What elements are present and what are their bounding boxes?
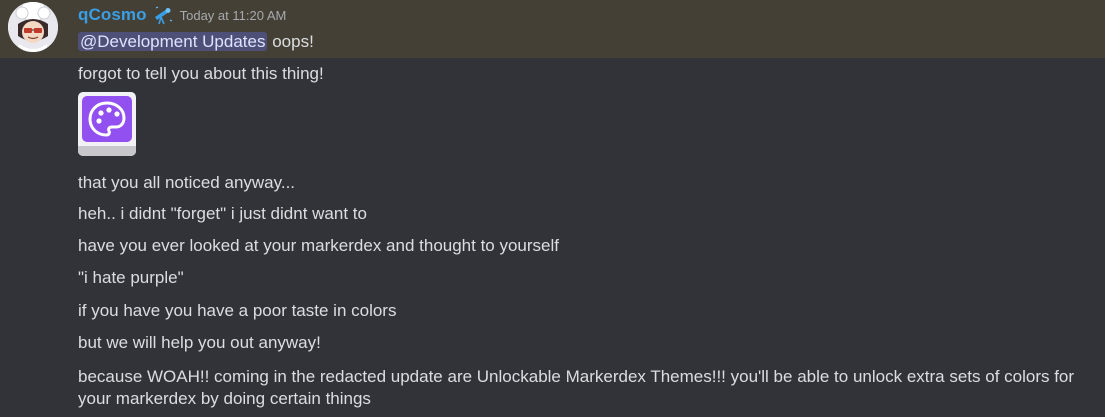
palette-icon — [82, 96, 132, 142]
message-text: oops! — [272, 32, 314, 51]
author-name[interactable]: qCosmo — [78, 5, 147, 25]
role-mention[interactable]: @Development Updates — [78, 32, 268, 51]
message-line: but we will help you out anyway! — [78, 333, 321, 352]
avatar-image — [8, 2, 58, 52]
attachment-shadow — [78, 146, 136, 156]
chat-message: qCosmo Today at 11:20 AM @Development Up… — [0, 0, 1105, 417]
message-line: if you have you have a poor taste in col… — [78, 301, 397, 320]
avatar[interactable] — [8, 2, 58, 52]
message-line: have you ever looked at your markerdex a… — [78, 236, 560, 255]
message-line: "i hate purple" — [78, 268, 184, 287]
telescope-icon — [152, 4, 174, 26]
message-line: forgot to tell you about this thing! — [78, 64, 324, 83]
message-line: because WOAH!! coming in the redacted up… — [78, 367, 1075, 408]
message-header: qCosmo Today at 11:20 AM — [78, 4, 286, 26]
message-line: heh.. i didnt "forget" i just didnt want… — [78, 204, 367, 223]
image-attachment[interactable] — [78, 92, 136, 156]
message-line-1: @Development Updates oops! — [78, 31, 314, 53]
message-line: that you all noticed anyway... — [78, 173, 296, 192]
message-timestamp: Today at 11:20 AM — [179, 7, 287, 23]
